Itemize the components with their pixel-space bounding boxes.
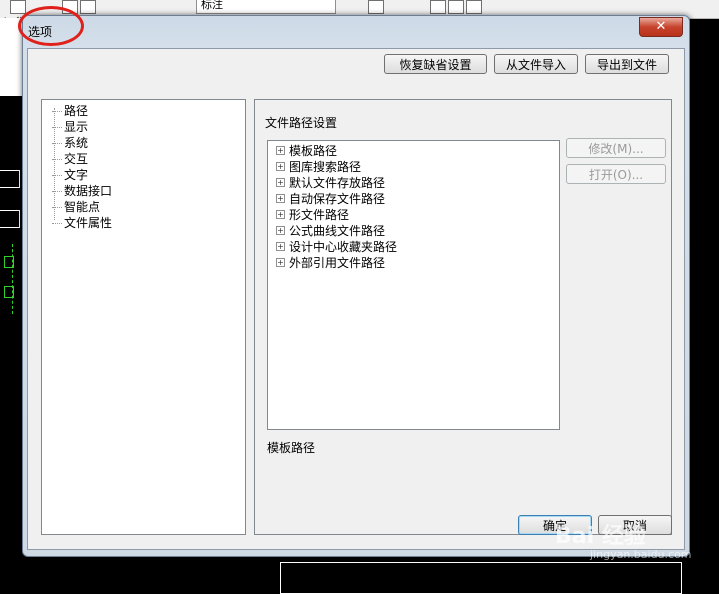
watermark-logo: Bai 经验 bbox=[555, 524, 646, 549]
path-item-shape-file[interactable]: + 形文件路径 bbox=[276, 207, 349, 223]
expand-icon: + bbox=[276, 162, 285, 171]
cad-green-shape bbox=[4, 286, 14, 298]
modify-button[interactable]: 修改(M)... bbox=[566, 138, 666, 158]
expand-icon: + bbox=[276, 194, 285, 203]
nav-item-interaction[interactable]: 交互 bbox=[52, 151, 88, 167]
cad-shape bbox=[0, 210, 20, 228]
expand-icon: + bbox=[276, 242, 285, 251]
nav-item-system[interactable]: 系统 bbox=[52, 135, 88, 151]
expand-icon: + bbox=[276, 258, 285, 267]
toolbar-layout-icon[interactable] bbox=[10, 0, 26, 14]
watermark-url: jingyan.baidu.com bbox=[590, 548, 692, 561]
selected-path-label: 模板路径 bbox=[267, 441, 316, 455]
toolbar-tool-icon[interactable] bbox=[80, 0, 96, 14]
nav-item-display[interactable]: 显示 bbox=[52, 119, 88, 135]
path-item-library-search[interactable]: + 图库搜索路径 bbox=[276, 159, 361, 175]
path-settings-panel: 文件路径设置 + 模板路径 + 图库搜索路径 + 默认文件存放路径 + 自动保存文件路径… bbox=[254, 99, 672, 535]
nav-item-smart-point[interactable]: 智能点 bbox=[52, 199, 100, 215]
cad-green-line bbox=[12, 244, 13, 314]
toolbar-tool-icon[interactable] bbox=[430, 0, 446, 14]
cad-shape bbox=[0, 170, 20, 188]
cad-green-shape bbox=[4, 256, 14, 268]
expand-icon: + bbox=[276, 226, 285, 235]
toolbar-tool-icon[interactable] bbox=[466, 0, 482, 14]
toolbar-tool-icon[interactable] bbox=[448, 0, 464, 14]
expand-icon: + bbox=[276, 178, 285, 187]
path-item-template[interactable]: + 模板路径 bbox=[276, 143, 337, 159]
path-item-formula-curve[interactable]: + 公式曲线文件路径 bbox=[276, 223, 385, 239]
path-item-default-save[interactable]: + 默认文件存放路径 bbox=[276, 175, 385, 191]
highlight-ellipse bbox=[18, 6, 84, 46]
dialog-client-area: 恢复缺省设置 从文件导入 导出到文件 路径 显示 系统 交互 文字 数据接口 智… bbox=[27, 48, 685, 550]
nav-item-file-properties[interactable]: 文件属性 bbox=[52, 215, 112, 231]
expand-icon: + bbox=[276, 210, 285, 219]
nav-item-text[interactable]: 文字 bbox=[52, 167, 88, 183]
path-settings-tree: + 模板路径 + 图库搜索路径 + 默认文件存放路径 + 自动保存文件路径 + 形文件路径… bbox=[267, 140, 560, 430]
path-settings-heading: 文件路径设置 bbox=[265, 116, 338, 130]
nav-item-path[interactable]: 路径 bbox=[52, 103, 88, 119]
options-dialog: 选项 ✕ 恢复缺省设置 从文件导入 导出到文件 路径 显示 系统 交互 文字 数… bbox=[22, 15, 690, 557]
toolbar-text-icon[interactable] bbox=[368, 0, 384, 14]
restore-defaults-button[interactable]: 恢复缺省设置 bbox=[384, 54, 487, 74]
cad-title-block bbox=[280, 562, 682, 594]
import-from-file-button[interactable]: 从文件导入 bbox=[494, 54, 578, 74]
export-to-file-button[interactable]: 导出到文件 bbox=[585, 54, 669, 74]
close-button[interactable]: ✕ bbox=[639, 17, 683, 37]
path-item-xref[interactable]: + 外部引用文件路径 bbox=[276, 255, 385, 271]
options-nav-tree: 路径 显示 系统 交互 文字 数据接口 智能点 文件属性 bbox=[41, 99, 246, 535]
open-button[interactable]: 打开(O)... bbox=[566, 164, 666, 184]
layer-combo[interactable]: 标注 bbox=[196, 0, 336, 14]
path-item-autosave[interactable]: + 自动保存文件路径 bbox=[276, 191, 385, 207]
nav-item-data-interface[interactable]: 数据接口 bbox=[52, 183, 112, 199]
path-item-design-center-favorites[interactable]: + 设计中心收藏夹路径 bbox=[276, 239, 397, 255]
expand-icon: + bbox=[276, 146, 285, 155]
